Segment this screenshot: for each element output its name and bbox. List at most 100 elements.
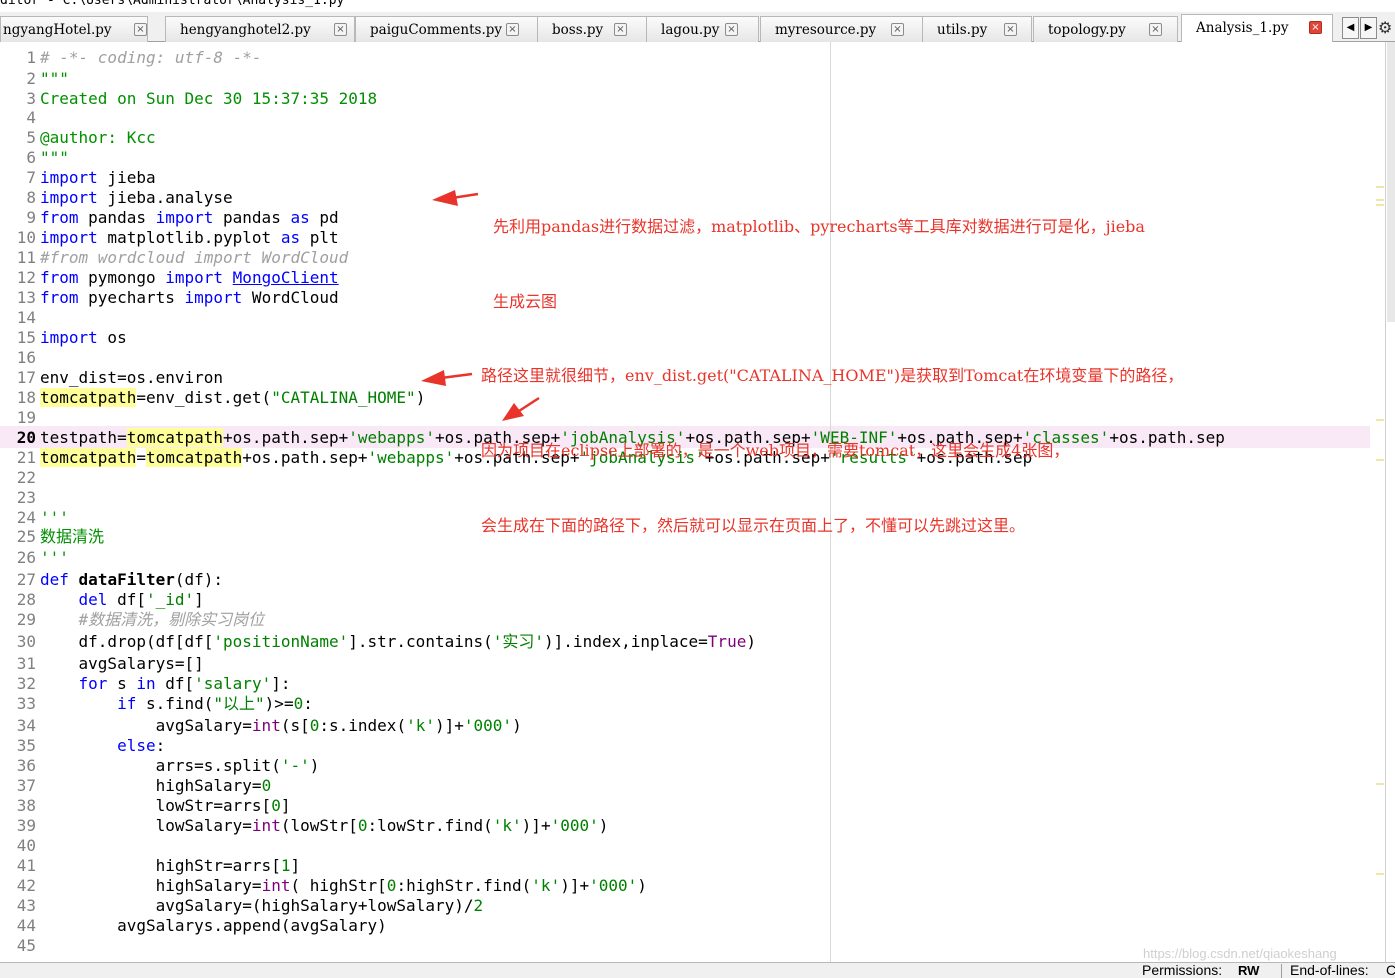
code-token: os — [97, 328, 127, 347]
tab-scroll-right-button[interactable]: ▶ — [1360, 17, 1377, 39]
code-token: df[ — [107, 590, 146, 609]
code-token: s — [107, 674, 137, 693]
code-line[interactable]: 34 avgSalary=int(s[0:s.index('k')]+'000'… — [0, 716, 1385, 736]
tab-lagou-py[interactable]: lagou.py × — [646, 16, 759, 42]
code-token: ) — [637, 876, 647, 895]
code-token: )]+ — [560, 876, 590, 895]
code-token: int — [251, 716, 281, 735]
code-token: avgSalarys=[] — [40, 654, 204, 673]
code-text: env_dist=os.environ — [40, 368, 223, 388]
code-line[interactable]: 1 # -*- coding: utf-8 -*- — [0, 48, 1385, 68]
code-token: #from wordcloud import WordCloud — [40, 248, 349, 267]
close-tab-icon[interactable]: × — [891, 23, 904, 36]
tab-ngyanghotel-py[interactable]: ngyangHotel.py × — [0, 16, 148, 42]
close-tab-icon[interactable]: × — [614, 23, 627, 36]
line-number: 25 — [16, 527, 36, 546]
code-line[interactable]: 28 del df['_id'] — [0, 590, 1385, 610]
close-tab-icon[interactable]: × — [1149, 23, 1162, 36]
code-line[interactable]: 38 lowStr=arrs[0] — [0, 796, 1385, 816]
code-token: def — [40, 570, 69, 589]
close-tab-icon[interactable]: × — [1309, 21, 1322, 34]
line-number: 38 — [16, 796, 36, 815]
line-number: 3 — [26, 89, 36, 108]
settings-gear-icon[interactable]: ⚙ — [1378, 17, 1395, 39]
code-line[interactable]: 40 — [0, 836, 1385, 856]
code-line[interactable]: 35 else: — [0, 736, 1385, 756]
code-token: ) — [746, 632, 756, 651]
code-text: import matplotlib.pyplot as plt — [40, 228, 339, 248]
annotation-2-line-2: 因为项目在eclipse上部署的，是一个web项目，需要tomcat，这里会生成… — [481, 441, 1070, 460]
overview-marker — [1376, 873, 1384, 875]
window-title: ditor - C:\Users\Administrator\Analysis_… — [0, 0, 345, 8]
line-number: 22 — [16, 468, 36, 487]
code-token: jieba.analyse — [97, 188, 233, 207]
code-token: )]+ — [434, 716, 464, 735]
code-token: = — [136, 448, 146, 467]
code-line[interactable]: 31 avgSalarys=[] — [0, 654, 1385, 674]
close-tab-icon[interactable]: × — [506, 23, 519, 36]
tab-utils-py[interactable]: utils.py × — [922, 16, 1032, 42]
code-token: tomcatpath — [126, 428, 224, 447]
code-line[interactable]: 36 arrs=s.split('-') — [0, 756, 1385, 776]
code-token: ''' — [40, 548, 69, 567]
tab-label: Analysis_1.py — [1196, 20, 1289, 36]
code-line[interactable]: 33 if s.find("以上")>=0: — [0, 694, 1385, 714]
scrollbar-thumb[interactable] — [1387, 42, 1395, 322]
code-line[interactable]: 4 — [0, 108, 1385, 128]
line-number: 7 — [26, 168, 36, 187]
code-line[interactable]: 37 highSalary=0 — [0, 776, 1385, 796]
code-line[interactable]: 29 #数据清洗，剔除实习岗位 — [0, 610, 1385, 630]
code-line[interactable]: 43 avgSalary=(highSalary+lowSalary)/2 — [0, 896, 1385, 916]
line-number: 43 — [16, 896, 36, 915]
code-line[interactable]: 41 highStr=arrs[1] — [0, 856, 1385, 876]
vertical-scrollbar[interactable] — [1385, 42, 1395, 962]
close-tab-icon[interactable]: × — [334, 23, 347, 36]
code-editor[interactable]: 1 # -*- coding: utf-8 -*- 2 """ 3 Created on … — [0, 42, 1385, 962]
code-token: ] — [280, 796, 291, 815]
status-separator — [1281, 964, 1282, 978]
code-text: lowStr=arrs[0] — [40, 796, 291, 816]
close-tab-icon[interactable]: × — [134, 23, 147, 36]
line-number: 17 — [16, 368, 36, 387]
tab-hengyanghotel2-py[interactable]: hengyanghotel2.py × — [165, 16, 355, 42]
code-line[interactable]: 42 highSalary=int( highStr[0:highStr.fin… — [0, 876, 1385, 896]
code-text: else: — [40, 736, 165, 756]
code-token: '实习' — [492, 632, 545, 651]
code-line[interactable]: 5 @author: Kcc — [0, 128, 1385, 148]
code-token: as — [280, 228, 301, 247]
tab-label: utils.py — [937, 22, 988, 38]
code-text: from pyecharts import WordCloud — [40, 288, 339, 308]
code-token: import — [184, 288, 243, 307]
tab-myresource-py[interactable]: myresource.py × — [760, 16, 923, 42]
code-line[interactable]: 39 lowSalary=int(lowStr[0:lowStr.find('k… — [0, 816, 1385, 836]
code-line[interactable]: 32 for s in df['salary']: — [0, 674, 1385, 694]
code-token: ].str.contains( — [348, 632, 493, 651]
tab-analysis-1-py[interactable]: Analysis_1.py × — [1181, 14, 1333, 42]
code-line[interactable]: 30 df.drop(df[df['positionName'].str.con… — [0, 632, 1385, 652]
tab-topology-py[interactable]: topology.py × — [1033, 16, 1178, 42]
line-number: 26 — [16, 548, 36, 567]
code-token: ''' — [40, 508, 69, 527]
code-text: ''' — [40, 508, 69, 528]
annotation-1-line-2: 生成云图 — [493, 292, 558, 311]
code-text: def dataFilter(df): — [40, 570, 223, 590]
code-line[interactable]: 44 avgSalarys.append(avgSalary) — [0, 916, 1385, 936]
code-text: import jieba — [40, 168, 156, 188]
code-text: avgSalary=int(s[0:s.index('k')]+'000') — [40, 716, 522, 736]
code-line[interactable]: 3 Created on Sun Dec 30 15:37:35 2018 — [0, 89, 1385, 109]
code-token: (lowStr[ — [280, 816, 358, 835]
close-tab-icon[interactable]: × — [1004, 23, 1017, 36]
tab-boss-py[interactable]: boss.py × — [537, 16, 647, 42]
line-number: 44 — [16, 916, 36, 935]
code-token: :highStr.find( — [396, 876, 532, 895]
code-token: env_dist=os.environ — [40, 368, 224, 387]
code-line[interactable]: 2 """ — [0, 69, 1385, 89]
line-number: 12 — [16, 268, 36, 287]
tab-scroll-left-button[interactable]: ◀ — [1342, 17, 1359, 39]
tab-paigucomments-py[interactable]: paiguComments.py × — [355, 16, 538, 42]
code-token: 0 — [357, 816, 368, 835]
code-token: )>= — [264, 694, 294, 713]
close-tab-icon[interactable]: × — [725, 23, 738, 36]
